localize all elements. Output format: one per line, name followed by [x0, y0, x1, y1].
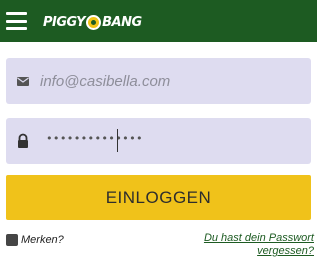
remember-me-checkbox[interactable]: Merken?: [6, 234, 64, 246]
envelope-icon: [17, 77, 29, 86]
text-caret: [117, 129, 118, 152]
lock-icon: [18, 133, 28, 148]
forgot-password-link[interactable]: Du hast dein Passwort vergessen?: [194, 232, 314, 258]
email-field[interactable]: [6, 58, 311, 104]
login-button[interactable]: EINLOGGEN: [6, 175, 311, 220]
hamburger-menu-icon[interactable]: [6, 12, 27, 30]
app-header: PIGGY BANG: [0, 0, 317, 42]
coin-icon: [86, 14, 102, 30]
logo-text-piggy: PIGGY: [43, 14, 86, 30]
piggybang-logo[interactable]: PIGGY BANG: [43, 12, 142, 32]
email-input[interactable]: [40, 66, 302, 96]
password-input[interactable]: ••••••••••••••: [46, 132, 143, 145]
remember-me-label: Merken?: [21, 234, 64, 246]
logo-text-bang: BANG: [102, 14, 142, 30]
password-field[interactable]: ••••••••••••••: [6, 118, 311, 164]
checkbox-icon[interactable]: [6, 234, 18, 246]
